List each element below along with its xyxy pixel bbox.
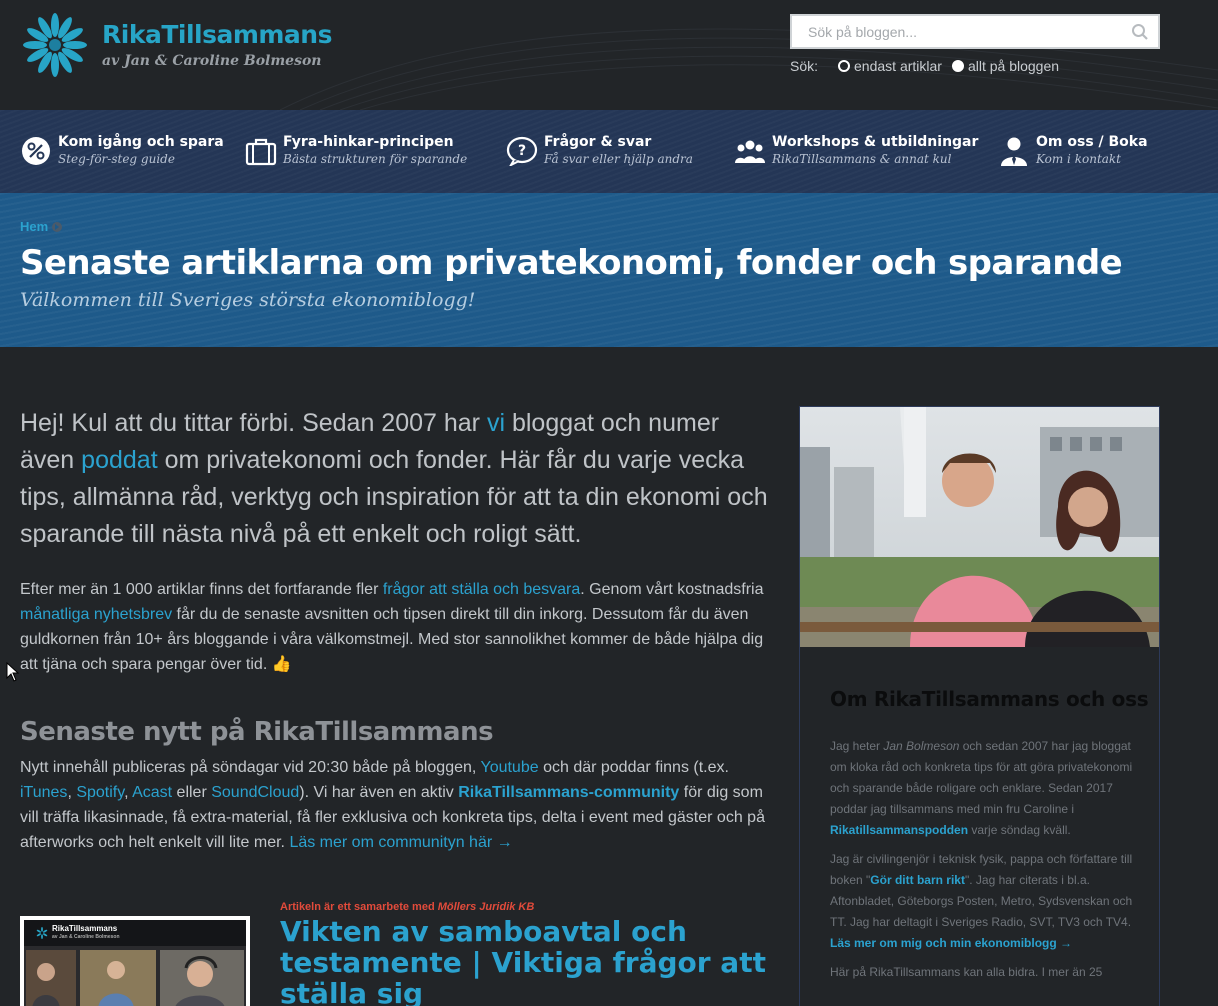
article-thumbnail[interactable]: RikaTillsammans av Jan & Caroline Bolmeso… <box>20 916 250 1006</box>
link-vi[interactable]: vi <box>487 409 505 437</box>
sidebar-paragraph: Jag är civilingenjör i teknisk fysik, pa… <box>830 849 1135 954</box>
link-read-more-community[interactable]: Läs mer om communityn här → <box>289 834 512 851</box>
link-acast[interactable]: Acast <box>132 784 172 801</box>
sidebar-paragraph: Jag heter Jan Bolmeson och sedan 2007 ha… <box>830 736 1135 841</box>
search-box <box>790 14 1160 49</box>
link-soundcloud[interactable]: SoundCloud <box>211 784 299 801</box>
nav-item-workshops[interactable]: Workshops & utbildningar RikaTillsammans… <box>734 134 978 167</box>
radio-all-blog[interactable]: allt på bloggen <box>951 58 1060 74</box>
link-podcast[interactable]: Rikatillsammanspodden <box>830 823 968 837</box>
link-spotify[interactable]: Spotify <box>76 784 124 801</box>
search-options: Sök: endast artiklar allt på bloggen <box>790 58 1069 74</box>
sidebar-text: Jag heter Jan Bolmeson och sedan 2007 ha… <box>830 736 1135 991</box>
nav-title: Fyra-hinkar-principen <box>283 134 454 150</box>
authors-photo <box>800 407 1159 647</box>
link-read-more-about[interactable]: Läs mer om mig och min ekonomiblogg → <box>830 936 1072 950</box>
logo-subtitle: av Jan & Caroline Bolmeson <box>102 53 322 69</box>
breadcrumb: Hem <box>20 219 63 234</box>
author-name: Jan Bolmeson <box>883 739 960 753</box>
briefcase-icon <box>245 135 277 167</box>
video-call-image <box>24 946 246 1006</box>
body-text: Jag heter <box>830 739 884 753</box>
page-subtitle: Välkommen till Sveriges största ekonomib… <box>20 289 476 311</box>
link-community[interactable]: RikaTillsammans-community <box>458 784 679 801</box>
news-paragraph: Nytt innehåll publiceras på söndagar vid… <box>20 755 775 855</box>
body-text: och där poddar finns (t.ex. <box>538 759 729 776</box>
nav-subtitle: Få svar eller hjälp andra <box>544 152 693 166</box>
body-text: ). Vi har även en aktiv <box>299 784 459 801</box>
collab-partner: Möllers Juridik KB <box>437 901 535 913</box>
body-text: . Genom vårt kostnadsfria <box>580 581 764 598</box>
site-header: RikaTillsammans av Jan & Caroline Bolmes… <box>0 0 1218 110</box>
logo-title: RikaTillsammans <box>102 20 332 49</box>
nav-item-four-buckets[interactable]: Fyra-hinkar-principen Bästa strukturen f… <box>245 134 467 167</box>
page-title: Senaste artiklarna om privatekonomi, fon… <box>20 243 1123 283</box>
link-poddat[interactable]: poddat <box>81 446 157 474</box>
group-people-icon <box>734 135 766 167</box>
site-logo[interactable]: RikaTillsammans av Jan & Caroline Bolmes… <box>20 12 332 78</box>
sidebar-paragraph: Här på RikaTillsammans kan alla bidra. I… <box>830 965 1103 979</box>
intro-text: Hej! Kul att du tittar förbi. Sedan 2007… <box>20 409 487 437</box>
news-heading: Senaste nytt på RikaTillsammans <box>20 717 494 747</box>
question-bubble-icon: ? <box>506 135 538 167</box>
sidebar-title: Om RikaTillsammans och oss <box>830 687 1149 711</box>
mouse-cursor-icon <box>6 662 20 682</box>
search-icon[interactable] <box>1122 16 1158 47</box>
nav-subtitle: Steg-för-steg guide <box>58 152 175 166</box>
nav-item-qa[interactable]: ? Frågor & svar Få svar eller hjälp andr… <box>506 134 693 167</box>
intro-paragraph: Hej! Kul att du tittar förbi. Sedan 2007… <box>20 405 775 553</box>
collaboration-notice: Artikeln är ett samarbete med Möllers Ju… <box>280 901 534 913</box>
breadcrumb-home-link[interactable]: Hem <box>20 219 48 234</box>
thumbnail-logo-title: RikaTillsammans <box>52 924 118 933</box>
main-content: Hej! Kul att du tittar förbi. Sedan 2007… <box>20 405 775 855</box>
link-youtube[interactable]: Youtube <box>480 759 538 776</box>
thumbnail-header: RikaTillsammans av Jan & Caroline Bolmeso… <box>24 920 246 946</box>
logo-flower-icon <box>36 927 48 939</box>
body-text: , <box>67 784 77 801</box>
nav-title: Kom igång och spara <box>58 134 224 150</box>
body-text: varje söndag kväll. <box>968 823 1071 837</box>
nav-title: Frågor & svar <box>544 134 652 150</box>
radio-unchecked-icon <box>838 60 851 72</box>
svg-text:?: ? <box>518 143 526 159</box>
about-sidebar: Om RikaTillsammans och oss Jag heter Jan… <box>799 406 1160 1006</box>
nav-item-about[interactable]: Om oss / Boka Kom i kontakt <box>998 134 1148 167</box>
body-text: Nytt innehåll publiceras på söndagar vid… <box>20 759 481 776</box>
link-book[interactable]: Gör ditt barn rikt <box>870 873 965 887</box>
main-nav: Kom igång och spara Steg-för-steg guide … <box>0 110 1218 193</box>
radio-articles-only[interactable]: endast artiklar <box>838 58 942 74</box>
nav-subtitle: RikaTillsammans & annat kul <box>772 152 952 166</box>
link-newsletter[interactable]: månatliga nyhetsbrev <box>20 606 172 623</box>
article-teaser: RikaTillsammans av Jan & Caroline Bolmeso… <box>20 898 775 1006</box>
nav-title: Workshops & utbildningar <box>772 134 979 150</box>
nav-subtitle: Bästa strukturen för sparande <box>283 152 468 166</box>
nav-subtitle: Kom i kontakt <box>1036 152 1122 166</box>
body-text: Efter mer än 1 000 artiklar finns det fo… <box>20 581 383 598</box>
radio-all-label: allt på bloggen <box>967 58 1060 74</box>
newsletter-paragraph: Efter mer än 1 000 artiklar finns det fo… <box>20 577 775 677</box>
radio-checked-icon <box>951 60 964 72</box>
page-hero: Hem Senaste artiklarna om privatekonomi,… <box>0 193 1218 347</box>
search-input[interactable] <box>792 16 1122 47</box>
nav-title: Om oss / Boka <box>1036 134 1148 150</box>
thumbnail-logo-text: RikaTillsammans av Jan & Caroline Bolmeso… <box>52 924 120 942</box>
search-label: Sök: <box>790 58 819 74</box>
link-questions[interactable]: frågor att ställa och besvara <box>383 581 580 598</box>
person-icon <box>998 135 1030 167</box>
link-itunes[interactable]: iTunes <box>20 784 67 801</box>
radio-articles-label: endast artiklar <box>854 58 942 74</box>
nav-item-get-started[interactable]: Kom igång och spara Steg-för-steg guide <box>20 134 224 167</box>
logo-flower-icon <box>23 13 87 77</box>
collab-prefix: Artikeln är ett samarbete med <box>280 901 438 913</box>
thumbnail-logo-sub: av Jan & Caroline Bolmeson <box>52 934 120 940</box>
article-title-link[interactable]: Vikten av samboavtal och testamente | Vi… <box>280 916 775 1006</box>
body-text: , <box>124 784 133 801</box>
chevron-right-icon <box>52 221 63 232</box>
body-text: eller <box>172 784 212 801</box>
percent-icon <box>20 135 52 167</box>
